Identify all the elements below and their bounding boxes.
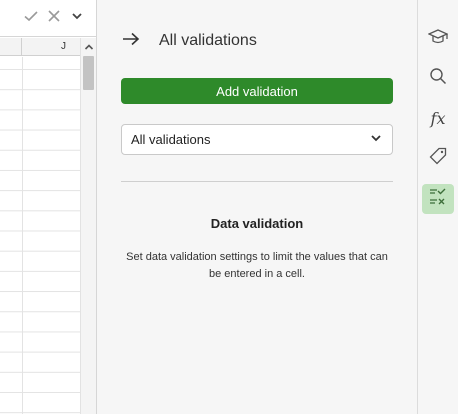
column-header-j[interactable]: J [23,38,80,56]
expand-formula-bar-button[interactable] [68,9,86,27]
chevron-down-icon [71,9,83,27]
tag-icon [429,147,447,170]
column-header-row: J [0,38,80,56]
spreadsheet-area: J [0,0,97,414]
chevron-up-icon [84,38,94,56]
close-icon [47,9,61,28]
panel-header: All validations [121,30,257,52]
divider [121,181,393,182]
scroll-up-button[interactable] [81,40,96,54]
add-validation-button[interactable]: Add validation [121,78,393,104]
back-button[interactable] [121,31,141,51]
named-ranges-button[interactable] [422,143,454,173]
column-header-partial[interactable] [0,38,22,56]
data-validation-icon [428,187,448,212]
search-button[interactable] [422,63,454,93]
cancel-formula-button[interactable] [45,9,63,27]
chevron-down-icon [370,132,382,147]
data-validation-button[interactable] [422,184,454,214]
confirm-formula-button[interactable] [22,9,40,27]
scrollbar-thumb[interactable] [83,56,94,90]
info-heading: Data validation [210,216,304,231]
graduation-cap-icon [427,28,449,51]
checkmark-icon [23,8,39,29]
data-validation-panel: All validations Add validation All valid… [97,0,417,414]
select-value: All validations [131,132,211,147]
vertical-scrollbar[interactable] [80,38,96,414]
side-toolbar: fx [417,0,458,414]
validation-filter-select[interactable]: All validations [121,124,393,155]
function-icon: fx [430,108,446,128]
formula-bar [0,0,96,37]
info-description: Set data validation settings to limit th… [126,251,388,280]
functions-button[interactable]: fx [422,103,454,133]
panel-title: All validations [159,32,257,49]
arrow-right-icon [122,32,140,51]
cell-grid[interactable] [0,57,80,414]
learn-button[interactable] [422,24,454,54]
search-icon [429,67,447,90]
